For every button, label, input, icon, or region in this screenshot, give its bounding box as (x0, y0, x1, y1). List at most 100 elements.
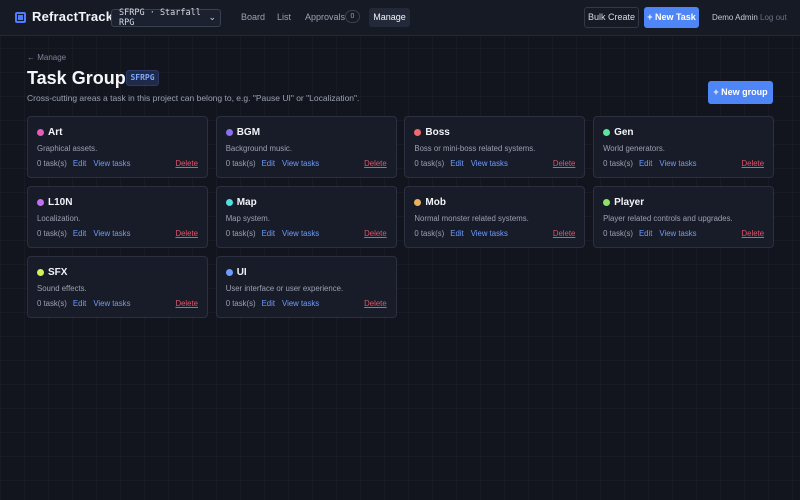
view-tasks-link[interactable]: View tasks (282, 159, 319, 168)
edit-link[interactable]: Edit (262, 159, 275, 168)
group-color-dot (414, 129, 422, 136)
delete-link[interactable]: Delete (553, 159, 576, 168)
group-color-dot (37, 129, 44, 136)
edit-link[interactable]: Edit (73, 159, 86, 168)
delete-link[interactable]: Delete (553, 229, 576, 238)
group-card: Art Graphical assets. 0 task(s) Edit Vie… (27, 116, 208, 178)
view-tasks-link[interactable]: View tasks (282, 229, 319, 238)
group-card: Boss Boss or mini-boss related systems. … (404, 116, 586, 178)
group-actions: 0 task(s) Edit View tasks (603, 159, 703, 168)
group-task-count: 0 task(s) (603, 159, 633, 168)
group-color-dot (225, 269, 233, 276)
delete-link[interactable]: Delete (175, 229, 198, 238)
view-tasks-link[interactable]: View tasks (471, 229, 508, 238)
edit-link[interactable]: Edit (639, 229, 652, 238)
group-color-dot (603, 199, 611, 206)
group-task-count: 0 task(s) (225, 229, 256, 238)
group-name: BGM (236, 127, 261, 138)
delete-link[interactable]: Delete (742, 159, 765, 168)
group-task-count: 0 task(s) (225, 299, 256, 308)
group-name: SFX (48, 267, 68, 278)
group-card: UI User interface or user experience. 0 … (215, 256, 397, 318)
logo-icon (15, 11, 26, 23)
project-select-value: SFRPG · Starfall RPG (119, 8, 201, 28)
bulk-create-button[interactable]: Bulk Create (584, 7, 639, 28)
page-subtitle: Cross-cutting areas a task in this proje… (27, 93, 360, 103)
nav-list[interactable]: List (277, 12, 291, 22)
group-name: UI (236, 267, 247, 278)
group-name: Mob (425, 197, 446, 208)
group-task-count: 0 task(s) (37, 229, 67, 238)
view-tasks-link[interactable]: View tasks (93, 229, 130, 238)
view-tasks-link[interactable]: View tasks (93, 299, 130, 308)
logout-link[interactable]: Log out (760, 13, 787, 22)
group-name: L10N (48, 197, 73, 208)
group-card: Map Map system. 0 task(s) Edit View task… (215, 186, 397, 248)
group-name: Player (614, 197, 645, 208)
group-actions: 0 task(s) Edit View tasks (37, 159, 137, 168)
group-card: BGM Background music. 0 task(s) Edit Vie… (215, 116, 397, 178)
edit-link[interactable]: Edit (639, 159, 652, 168)
user-name: Demo Admin (712, 13, 758, 22)
view-tasks-link[interactable]: View tasks (93, 159, 130, 168)
group-description: Localization. (37, 214, 81, 223)
edit-link[interactable]: Edit (262, 229, 275, 238)
edit-link[interactable]: Edit (450, 159, 463, 168)
delete-link[interactable]: Delete (364, 229, 387, 238)
project-select[interactable]: SFRPG · Starfall RPG ⌄ (111, 8, 221, 28)
group-description: User interface or user experience. (225, 284, 344, 293)
delete-link[interactable]: Delete (175, 159, 198, 168)
group-card: Mob Normal monster related systems. 0 ta… (404, 186, 586, 248)
group-card: Gen World generators. 0 task(s) Edit Vie… (593, 116, 775, 178)
group-card: Player Player related controls and upgra… (593, 186, 775, 248)
view-tasks-link[interactable]: View tasks (659, 229, 696, 238)
group-color-dot (225, 129, 233, 136)
group-actions: 0 task(s) Edit View tasks (226, 229, 326, 238)
view-tasks-link[interactable]: View tasks (659, 159, 696, 168)
edit-link[interactable]: Edit (262, 299, 275, 308)
nav-approvals[interactable]: Approvals (305, 12, 345, 22)
group-actions: 0 task(s) Edit View tasks (414, 159, 514, 168)
edit-link[interactable]: Edit (73, 299, 86, 308)
group-name: Art (48, 127, 63, 138)
group-task-count: 0 task(s) (37, 159, 67, 168)
new-group-button[interactable]: + New group (708, 81, 773, 104)
group-card: L10N Localization. 0 task(s) Edit View t… (27, 186, 208, 248)
group-actions: 0 task(s) Edit View tasks (414, 229, 514, 238)
group-name: Map (236, 197, 257, 208)
nav-board[interactable]: Board (241, 12, 265, 22)
delete-link[interactable]: Delete (175, 299, 198, 308)
group-color-dot (603, 129, 611, 136)
group-actions: 0 task(s) Edit View tasks (603, 229, 703, 238)
group-description: Boss or mini-boss related systems. (414, 144, 536, 153)
group-task-count: 0 task(s) (414, 159, 445, 168)
group-color-dot (414, 199, 422, 206)
approvals-count-badge: 0 (345, 10, 360, 23)
view-tasks-link[interactable]: View tasks (471, 159, 508, 168)
breadcrumb[interactable]: ← Manage (27, 53, 66, 62)
group-actions: 0 task(s) Edit View tasks (37, 229, 137, 238)
delete-link[interactable]: Delete (364, 159, 387, 168)
group-description: Player related controls and upgrades. (603, 214, 733, 223)
delete-link[interactable]: Delete (742, 229, 765, 238)
top-navbar: RefractTrack SFRPG · Starfall RPG ⌄ Boar… (0, 0, 800, 36)
view-tasks-link[interactable]: View tasks (282, 299, 319, 308)
group-card: SFX Sound effects. 0 task(s) Edit View t… (27, 256, 208, 318)
group-description: Graphical assets. (37, 144, 98, 153)
edit-link[interactable]: Edit (73, 229, 86, 238)
group-actions: 0 task(s) Edit View tasks (226, 159, 326, 168)
page-title: Task Groups (27, 68, 136, 88)
group-color-dot (225, 199, 233, 206)
delete-link[interactable]: Delete (364, 299, 387, 308)
group-task-count: 0 task(s) (37, 299, 67, 308)
nav-manage[interactable]: Manage (369, 8, 410, 27)
group-actions: 0 task(s) Edit View tasks (226, 299, 326, 308)
edit-link[interactable]: Edit (450, 229, 463, 238)
group-color-dot (37, 199, 44, 206)
group-description: Background music. (225, 144, 292, 153)
new-task-button[interactable]: + New Task (644, 7, 699, 28)
brand[interactable]: RefractTrack (15, 9, 113, 24)
app-name: RefractTrack (32, 9, 114, 24)
project-code-badge: SFRPG (126, 70, 159, 86)
group-name: Boss (425, 127, 450, 138)
